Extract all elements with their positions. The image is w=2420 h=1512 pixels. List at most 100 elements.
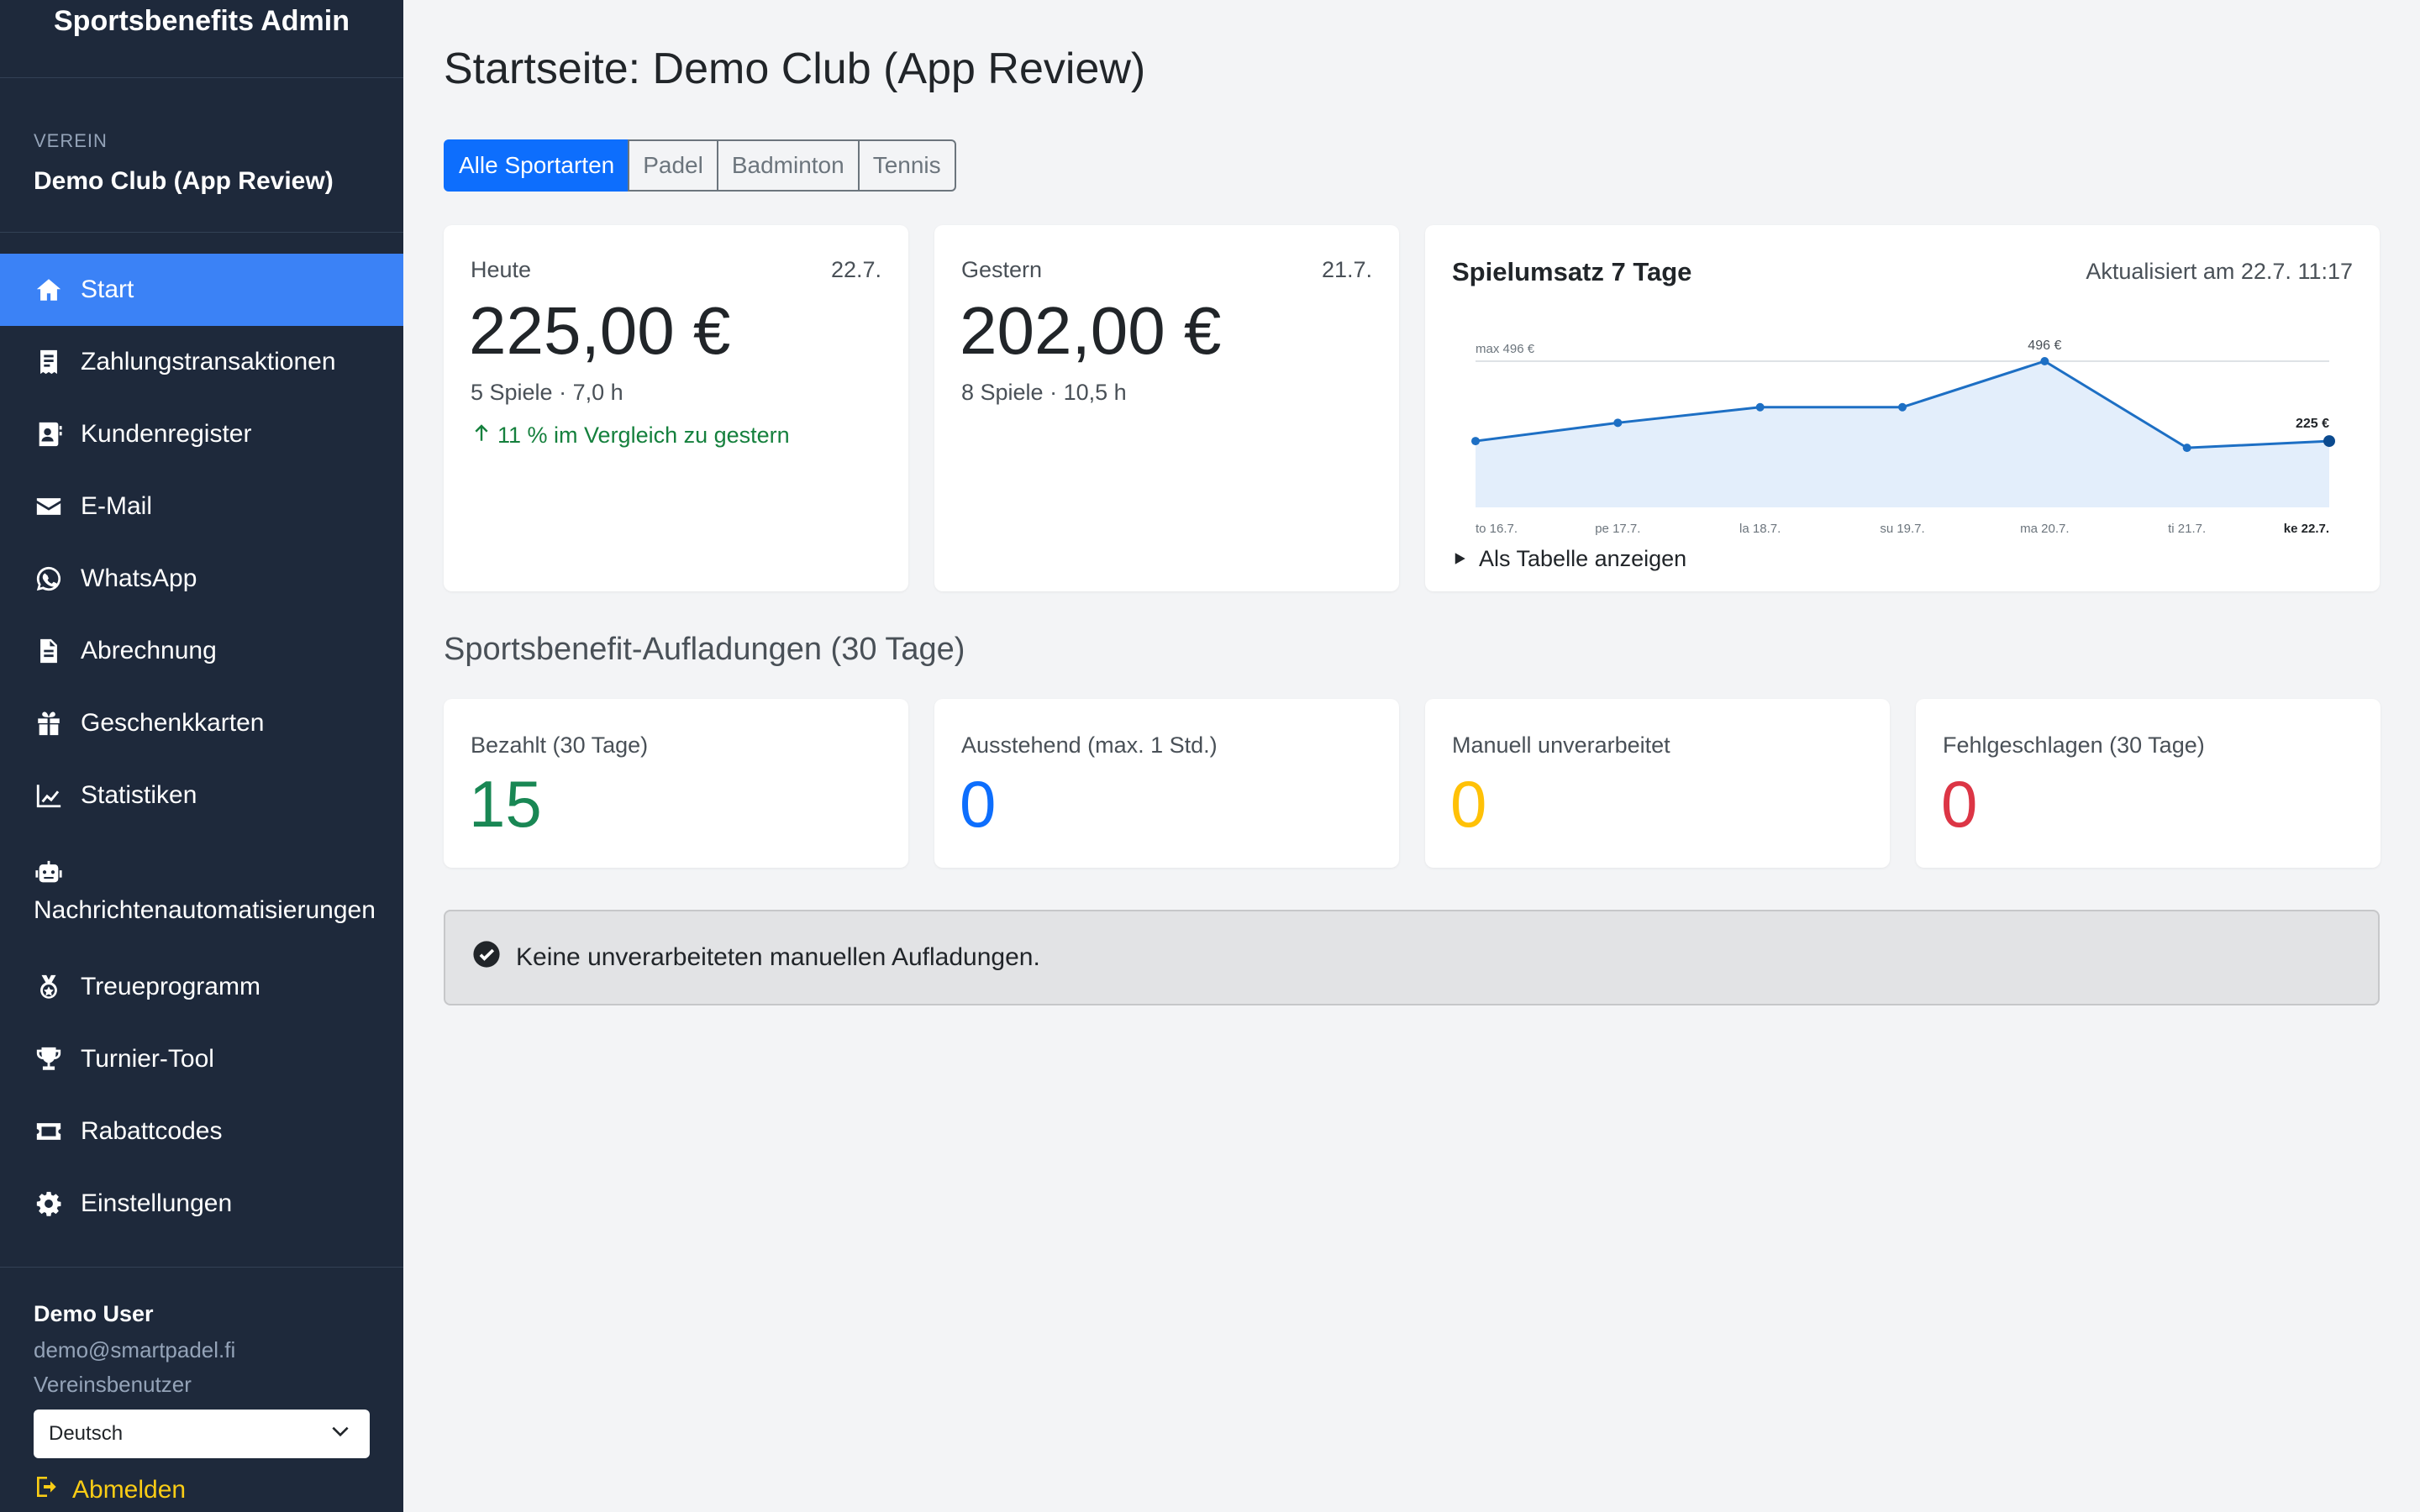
today-label: Heute	[471, 257, 532, 282]
user-name: Demo User	[34, 1301, 154, 1326]
stat-value: 0	[960, 767, 997, 841]
data-point	[1755, 402, 1765, 412]
info-alert: Keine unverarbeiteten manuellen Aufladun…	[444, 910, 2380, 1005]
sidebar-item-nachrichtenautomatisierungen[interactable]: Nachrichtenautomatisierungen	[0, 832, 403, 951]
alert-text: Keine unverarbeiteten manuellen Aufladun…	[516, 943, 1040, 971]
sidebar-item-geschenkkarten[interactable]: Geschenkkarten	[0, 687, 403, 759]
sidebar-item-zahlungstransaktionen[interactable]: Zahlungstransaktionen	[0, 326, 403, 398]
stat-label: Manuell unverarbeitet	[1452, 732, 1670, 758]
sidebar-nav: Start Zahlungstransaktionen Kundenregist…	[0, 254, 403, 1240]
x-axis-ticks: to 16.7. pe 17.7. la 18.7. su 19.7. ma 20.7.…	[1476, 522, 2329, 536]
sidebar-item-label: WhatsApp	[81, 564, 197, 592]
show-as-table-label: Als Tabelle anzeigen	[1479, 546, 1687, 571]
stat-card-paid: Bezahlt (30 Tage) 15	[444, 699, 908, 868]
check-circle-icon	[472, 940, 516, 975]
sidebar-item-label: Einstellungen	[81, 1189, 233, 1217]
logout-icon	[34, 1473, 72, 1507]
sidebar-item-statistiken[interactable]: Statistiken	[0, 759, 403, 832]
stat-value: 15	[469, 767, 542, 841]
tab-badminton[interactable]: Badminton	[716, 139, 860, 192]
data-point	[1613, 418, 1623, 428]
stat-value: 0	[1450, 767, 1487, 841]
gift-icon	[34, 708, 64, 738]
stat-card-failed: Fehlgeschlagen (30 Tage) 0	[1916, 699, 2381, 868]
x-tick-label: ke 22.7.	[2284, 522, 2329, 536]
revenue-area	[1476, 361, 2329, 507]
home-icon	[34, 275, 64, 305]
sidebar-item-email[interactable]: E-Mail	[0, 470, 403, 543]
sidebar-item-label: Geschenkkarten	[81, 709, 265, 737]
sidebar-item-label: Start	[81, 276, 134, 303]
receipt-icon	[34, 347, 64, 377]
today-revenue: 225,00 €	[469, 293, 731, 368]
logout-link[interactable]: Abmelden	[34, 1473, 370, 1507]
data-point	[2182, 444, 2191, 453]
last-label: 225 €	[2296, 417, 2329, 431]
line-chart-icon	[34, 780, 64, 811]
document-icon	[34, 636, 64, 666]
page-title: Startseite: Demo Club (App Review)	[444, 45, 1146, 93]
stat-card-pending: Ausstehend (max. 1 Std.) 0	[934, 699, 1399, 868]
triangle-right-icon	[1452, 546, 1479, 572]
tab-padel[interactable]: Padel	[628, 139, 718, 192]
revenue-chart: max 496 € 496 € 225 € to 16.7. pe 17.7. la…	[1471, 339, 2335, 536]
sidebar-item-label: Kundenregister	[81, 420, 252, 448]
sport-tabs: Alle Sportarten Padel Badminton Tennis	[444, 139, 956, 192]
stat-label: Bezahlt (30 Tage)	[471, 732, 649, 758]
club-name: Demo Club (App Review)	[34, 167, 334, 195]
section-title: Sportsbenefit-Aufladungen (30 Tage)	[444, 632, 965, 667]
tab-alle-sportarten[interactable]: Alle Sportarten	[444, 139, 630, 192]
sidebar-item-treueprogramm[interactable]: Treueprogramm	[0, 951, 403, 1023]
sidebar-item-kundenregister[interactable]: Kundenregister	[0, 398, 403, 470]
gear-icon	[34, 1189, 64, 1219]
chart-updated: Aktualisiert am 22.7. 11:17	[2086, 259, 2353, 284]
x-tick-label: to 16.7.	[1476, 522, 1518, 536]
today-summary: 5 Spiele · 7,0 h	[471, 380, 623, 405]
x-tick-label: la 18.7.	[1739, 522, 1781, 536]
stat-label: Ausstehend (max. 1 Std.)	[961, 732, 1218, 758]
x-tick-label: su 19.7.	[1880, 522, 1924, 536]
contact-card-icon	[34, 419, 64, 449]
chevron-down-icon	[329, 1420, 351, 1448]
brand-title: Sportsbenefits Admin	[0, 0, 403, 78]
sidebar-item-turnier-tool[interactable]: Turnier-Tool	[0, 1023, 403, 1095]
show-as-table-toggle[interactable]: Als Tabelle anzeigen	[1452, 546, 1686, 572]
chart-title: Spielumsatz 7 Tage	[1452, 257, 1692, 286]
sidebar-item-label: Abrechnung	[81, 637, 217, 664]
sidebar-item-label: Turnier-Tool	[81, 1045, 214, 1073]
yesterday-summary: 8 Spiele · 10,5 h	[961, 380, 1127, 405]
today-trend: 11 % im Vergleich zu gestern	[471, 422, 790, 449]
today-card: Heute 22.7. 225,00 € 5 Spiele · 7,0 h 11…	[444, 225, 908, 591]
tab-tennis[interactable]: Tennis	[857, 139, 956, 192]
stat-card-manual: Manuell unverarbeitet 0	[1425, 699, 1890, 868]
today-date: 22.7.	[830, 257, 881, 282]
peak-label: 496 €	[2028, 339, 2061, 353]
yesterday-card: Gestern 21.7. 202,00 € 8 Spiele · 10,5 h	[934, 225, 1399, 591]
sidebar-item-rabattcodes[interactable]: Rabattcodes	[0, 1095, 403, 1168]
sidebar-item-label: Rabattcodes	[81, 1117, 223, 1145]
ticket-icon	[34, 1116, 64, 1147]
envelope-icon	[34, 491, 64, 522]
x-tick-label: ma 20.7.	[2020, 522, 2069, 536]
sidebar: Sportsbenefits Admin VEREIN Demo Club (A…	[0, 0, 403, 1512]
revenue-chart-card: Spielumsatz 7 Tage Aktualisiert am 22.7.…	[1425, 225, 2380, 591]
data-point	[2040, 357, 2049, 365]
sidebar-item-abrechnung[interactable]: Abrechnung	[0, 615, 403, 687]
sidebar-item-whatsapp[interactable]: WhatsApp	[0, 543, 403, 615]
data-point	[1471, 437, 1480, 446]
sidebar-item-einstellungen[interactable]: Einstellungen	[0, 1168, 403, 1240]
max-label: max 496 €	[1476, 342, 1535, 356]
robot-icon	[34, 858, 64, 888]
stat-value: 0	[1941, 767, 1978, 841]
arrow-up-icon	[471, 422, 497, 449]
yesterday-revenue: 202,00 €	[960, 293, 1222, 368]
sidebar-item-label: Nachrichtenautomatisierungen	[34, 896, 376, 924]
sidebar-item-label: Statistiken	[81, 781, 197, 809]
today-trend-text: 11 % im Vergleich zu gestern	[497, 423, 790, 448]
user-role: Vereinsbenutzer	[34, 1372, 192, 1397]
sidebar-item-start[interactable]: Start	[0, 254, 403, 326]
data-point	[1898, 402, 1907, 412]
user-block: Demo User demo@smartpadel.fi Vereinsbenu…	[0, 1267, 403, 1512]
logout-label: Abmelden	[72, 1476, 187, 1504]
language-select[interactable]: Deutsch	[34, 1410, 370, 1458]
